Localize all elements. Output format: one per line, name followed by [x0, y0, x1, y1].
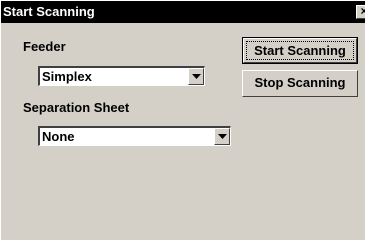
stop-scanning-label: Stop Scanning [254, 75, 346, 90]
window-title: Start Scanning [3, 4, 95, 19]
separation-sheet-label: Separation Sheet [23, 100, 130, 115]
separation-sheet-dropdown-button[interactable] [214, 128, 230, 145]
stop-scanning-button[interactable]: Stop Scanning [242, 70, 358, 97]
close-button[interactable]: × [356, 5, 365, 19]
title-bar[interactable]: Start Scanning × [1, 1, 365, 23]
separation-sheet-select[interactable]: None [38, 126, 231, 146]
feeder-select-value: Simplex [42, 69, 92, 84]
chevron-down-icon [218, 134, 227, 139]
feeder-select[interactable]: Simplex [38, 66, 205, 86]
dialog-window: Start Scanning × Feeder Simplex Separati… [0, 0, 365, 240]
chevron-down-icon [192, 74, 201, 79]
start-scanning-button[interactable]: Start Scanning [242, 37, 358, 64]
feeder-label: Feeder [23, 39, 66, 54]
start-scanning-label: Start Scanning [254, 43, 346, 58]
separation-sheet-select-value: None [42, 129, 75, 144]
feeder-dropdown-button[interactable] [188, 68, 204, 85]
close-icon: × [360, 4, 365, 18]
